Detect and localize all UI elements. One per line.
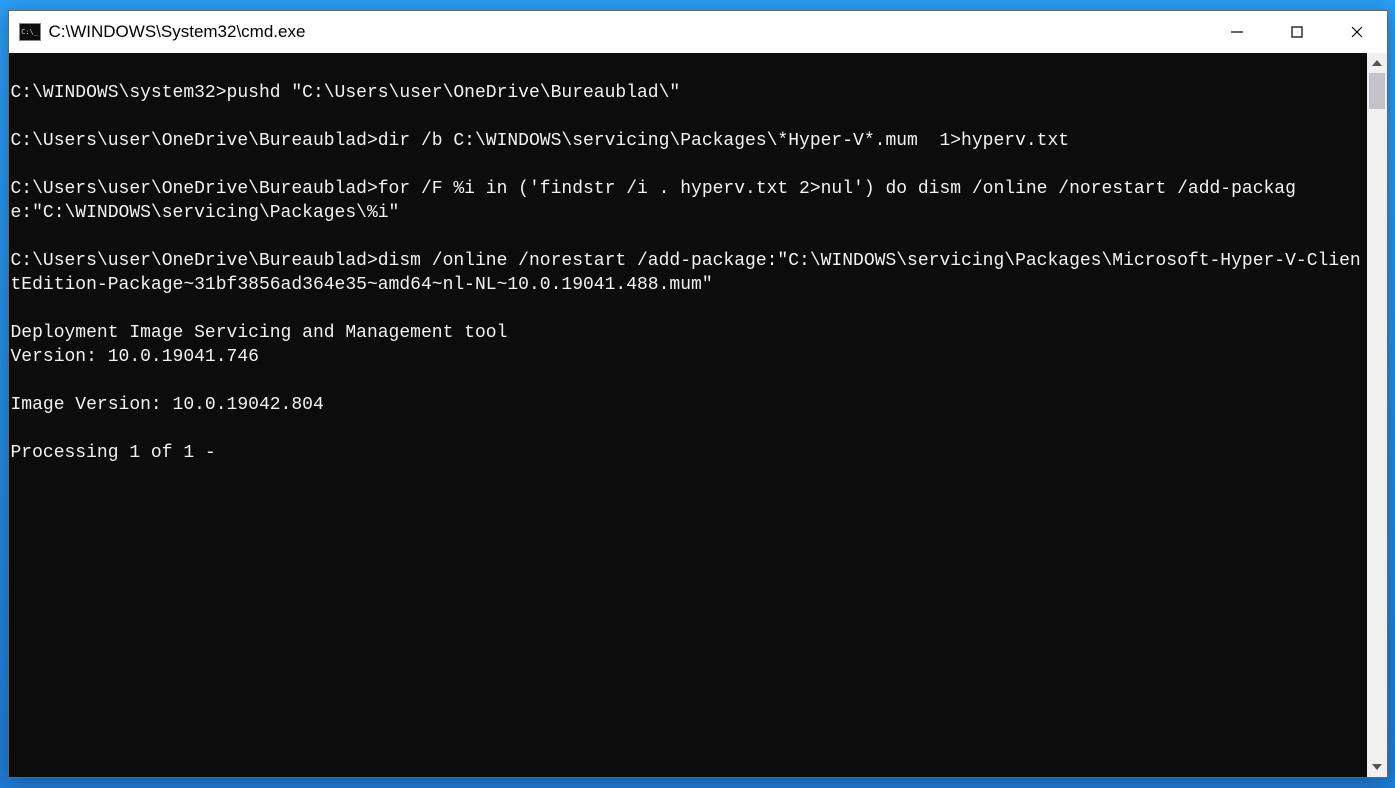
close-button[interactable] — [1327, 11, 1387, 53]
vertical-scrollbar[interactable] — [1367, 53, 1387, 777]
cmd-icon — [19, 23, 41, 41]
terminal-output[interactable]: C:\WINDOWS\system32>pushd "C:\Users\user… — [9, 53, 1367, 777]
console-area: C:\WINDOWS\system32>pushd "C:\Users\user… — [9, 53, 1387, 777]
minimize-button[interactable] — [1207, 11, 1267, 53]
cmd-window: C:\WINDOWS\System32\cmd.exe C:\WINDOWS\s… — [8, 10, 1388, 778]
chevron-up-icon — [1372, 60, 1382, 66]
chevron-down-icon — [1372, 764, 1382, 770]
maximize-button[interactable] — [1267, 11, 1327, 53]
maximize-icon — [1290, 25, 1304, 39]
window-title: C:\WINDOWS\System32\cmd.exe — [49, 22, 1207, 42]
titlebar[interactable]: C:\WINDOWS\System32\cmd.exe — [9, 11, 1387, 53]
scrollbar-thumb[interactable] — [1369, 73, 1385, 109]
scrollbar-track[interactable] — [1367, 73, 1387, 757]
scroll-up-button[interactable] — [1367, 53, 1387, 73]
close-icon — [1350, 25, 1364, 39]
minimize-icon — [1230, 25, 1244, 39]
window-controls — [1207, 11, 1387, 53]
scroll-down-button[interactable] — [1367, 757, 1387, 777]
